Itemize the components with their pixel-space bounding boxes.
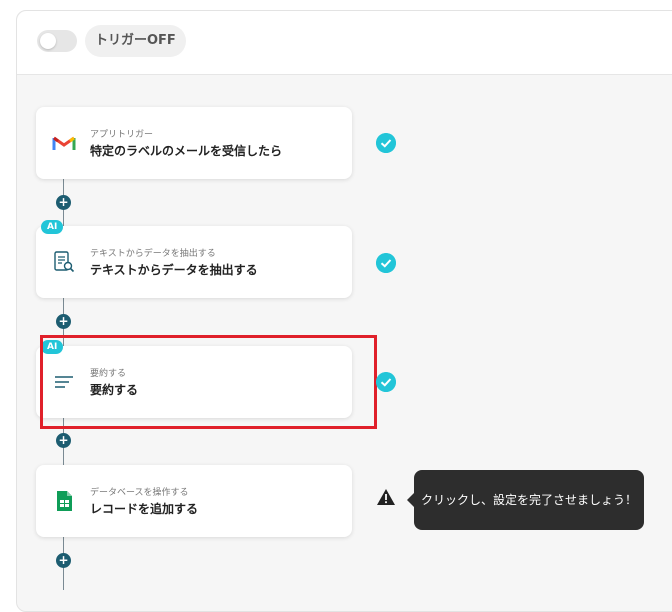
tooltip-arrow: [407, 493, 414, 507]
step-card-add-record[interactable]: データベースを操作する レコードを追加する: [36, 465, 352, 537]
step-subtitle: アプリトリガー: [90, 130, 154, 140]
trigger-status-label: トリガーOFF: [85, 25, 186, 57]
ai-badge: AI: [41, 220, 64, 234]
selected-step-highlight: [40, 335, 377, 429]
check-icon: [376, 372, 396, 392]
step-subtitle: データベースを操作する: [90, 488, 189, 498]
step-title: テキストからデータを抽出する: [90, 263, 258, 277]
toggle-knob: [40, 33, 56, 49]
add-step-button[interactable]: +: [56, 433, 71, 448]
gmail-icon: [52, 136, 76, 150]
setup-tooltip: クリックし、設定を完了させましょう！: [407, 470, 644, 530]
check-icon: [376, 253, 396, 273]
warning-icon: [377, 489, 395, 505]
step-title: 特定のラベルのメールを受信したら: [90, 144, 283, 158]
document-search-icon: [54, 251, 75, 273]
google-sheets-icon: [57, 491, 72, 511]
step-subtitle: テキストからデータを抽出する: [90, 249, 216, 259]
add-step-button[interactable]: +: [56, 195, 71, 210]
step-title: レコードを追加する: [90, 502, 199, 516]
step-card-extract-data[interactable]: AI テキストからデータを抽出する テキストからデータを抽出する: [36, 220, 352, 298]
step-card-gmail-trigger[interactable]: アプリトリガー 特定のラベルのメールを受信したら: [36, 107, 352, 179]
add-step-button[interactable]: +: [56, 314, 71, 329]
check-icon: [376, 133, 396, 153]
trigger-toggle[interactable]: [37, 30, 77, 52]
tooltip-text: クリックし、設定を完了させましょう！: [420, 493, 637, 507]
add-step-button[interactable]: +: [56, 553, 71, 568]
workflow-header: トリガーOFF: [17, 11, 672, 75]
